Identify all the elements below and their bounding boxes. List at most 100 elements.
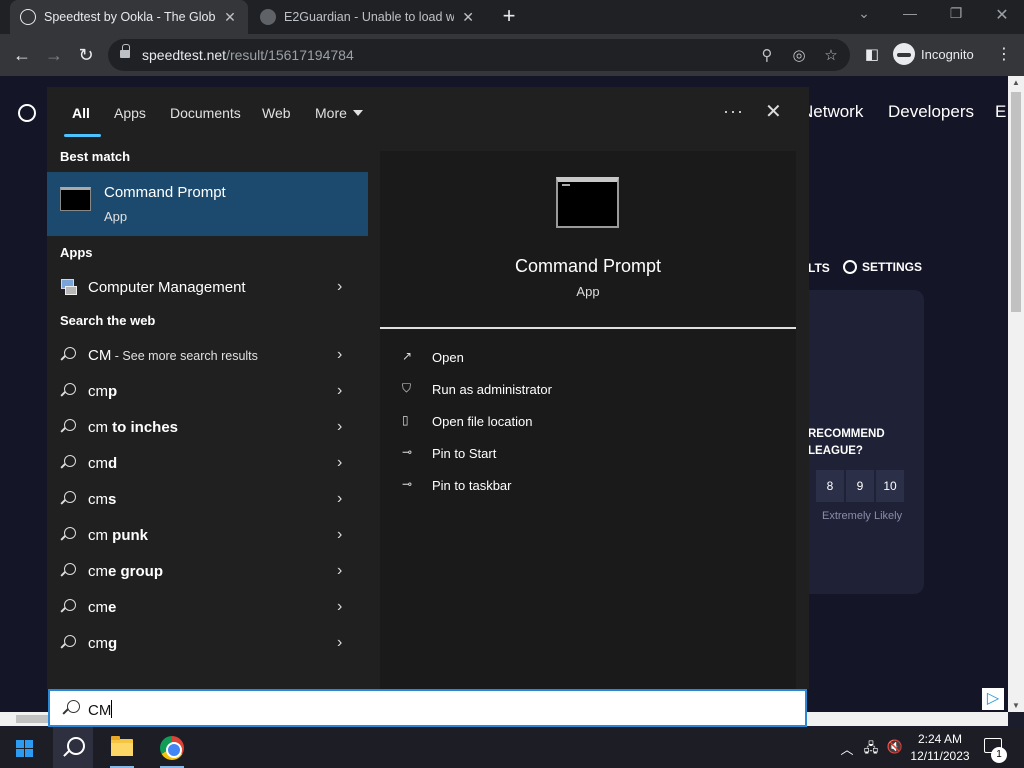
tracking-protection-eye-icon[interactable]: ◎ — [790, 46, 808, 64]
web-result[interactable]: cmg › — [47, 626, 368, 662]
search-input-value: CM — [88, 700, 113, 719]
close-window-button[interactable]: ✕ — [990, 5, 1014, 25]
chevron-down-icon — [352, 110, 363, 116]
tab-web[interactable]: Web — [262, 105, 291, 121]
tab-more[interactable]: More — [315, 105, 363, 121]
web-result[interactable]: cme › — [47, 590, 368, 626]
tab-title: E2Guardian - Unable to load wel — [284, 10, 455, 24]
file-explorer-icon[interactable] — [111, 736, 133, 756]
web-result[interactable]: cm to inches › — [47, 410, 368, 446]
pin-icon: ⊸ — [402, 445, 413, 459]
browser-menu-icon[interactable]: ⋮ — [996, 44, 1012, 64]
chevron-right-icon[interactable]: › — [337, 346, 342, 364]
nav-network[interactable]: Network — [801, 102, 863, 122]
search-icon — [60, 491, 76, 507]
reload-button[interactable]: ↻ — [74, 44, 98, 66]
command-prompt-icon — [556, 177, 619, 228]
new-tab-button[interactable]: + — [498, 5, 520, 27]
scrollbar-thumb[interactable] — [1011, 92, 1021, 312]
adchoices-icon[interactable]: ▷ — [982, 688, 1004, 710]
app-result-computer-management[interactable]: Computer Management › — [47, 270, 368, 306]
results-list: Best match Command Prompt App Apps Compu… — [47, 139, 368, 689]
taskbar-search-button[interactable] — [53, 727, 93, 768]
volume-muted-icon[interactable]: 🔇 — [886, 739, 904, 755]
divider — [380, 327, 796, 329]
show-hidden-icons-chevron-icon[interactable]: ︿ — [838, 739, 856, 758]
lock-icon[interactable] — [120, 44, 130, 60]
tab-apps[interactable]: Apps — [114, 105, 146, 121]
web-result[interactable]: cm punk › — [47, 518, 368, 554]
incognito-icon — [893, 43, 915, 65]
settings-link[interactable]: SETTINGS — [843, 260, 922, 274]
speedtest-logo-icon — [18, 104, 36, 122]
minimize-button[interactable]: — — [898, 5, 922, 21]
vertical-scrollbar[interactable]: ▲ ▼ — [1008, 76, 1024, 712]
tab-all[interactable]: All — [72, 105, 90, 121]
incognito-indicator[interactable]: Incognito — [893, 43, 974, 65]
web-result-label: cmg — [88, 635, 118, 652]
tab-search-chevron-icon[interactable]: ⌄ — [852, 5, 876, 22]
close-tab-icon[interactable]: ✕ — [222, 9, 238, 26]
chevron-right-icon[interactable]: › — [337, 278, 342, 296]
search-icon — [60, 599, 76, 615]
back-button[interactable]: ← — [10, 44, 34, 66]
start-button[interactable] — [16, 740, 33, 757]
forward-button[interactable]: → — [42, 44, 66, 66]
text-cursor — [111, 700, 113, 718]
best-match-item[interactable]: Command Prompt App — [47, 172, 368, 236]
close-tab-icon[interactable]: ✕ — [460, 9, 476, 26]
chevron-right-icon[interactable]: › — [337, 562, 342, 580]
more-options-icon[interactable]: ··· — [723, 101, 744, 122]
rating-8-button[interactable]: 8 — [816, 470, 844, 502]
shield-icon: ⛉ — [402, 381, 412, 395]
file-location-icon: ▯ — [402, 413, 409, 427]
results-link[interactable]: LTS — [808, 261, 830, 275]
tab-documents[interactable]: Documents — [170, 105, 241, 121]
web-result[interactable]: cmp › — [47, 374, 368, 410]
location-pin-icon[interactable]: ⚲ — [758, 46, 776, 64]
network-icon[interactable]: 🖧 — [862, 739, 880, 761]
nav-enterprise[interactable]: E — [995, 102, 1006, 122]
chevron-right-icon[interactable]: › — [337, 598, 342, 616]
search-icon — [60, 563, 76, 579]
scroll-down-arrow-icon[interactable]: ▼ — [1008, 701, 1024, 710]
side-panel-icon[interactable]: ◧ — [860, 44, 884, 66]
search-icon — [60, 419, 76, 435]
web-result[interactable]: cms › — [47, 482, 368, 518]
tab-e2guardian[interactable]: E2Guardian - Unable to load wel ✕ — [250, 0, 486, 34]
rating-10-button[interactable]: 10 — [876, 470, 904, 502]
web-result[interactable]: cmd › — [47, 446, 368, 482]
pin-to-taskbar-action[interactable]: ⊸ Pin to taskbar — [402, 474, 702, 498]
best-match-name: Command Prompt — [104, 184, 226, 201]
chevron-right-icon[interactable]: › — [337, 526, 342, 544]
chevron-right-icon[interactable]: › — [337, 418, 342, 436]
bookmark-star-icon[interactable]: ☆ — [822, 46, 840, 64]
web-result-label: cms — [88, 491, 117, 508]
pin-to-start-action[interactable]: ⊸ Pin to Start — [402, 442, 702, 466]
detail-type: App — [576, 284, 600, 299]
chevron-right-icon[interactable]: › — [337, 454, 342, 472]
restore-button[interactable]: ❐ — [944, 5, 968, 22]
open-file-location-action[interactable]: ▯ Open file location — [402, 410, 702, 434]
run-as-admin-action[interactable]: ⛉ Run as administrator — [402, 378, 702, 402]
chevron-right-icon[interactable]: › — [337, 634, 342, 652]
best-match-heading: Best match — [60, 149, 131, 164]
action-label: Run as administrator — [432, 382, 552, 397]
open-action[interactable]: ↗ Open — [402, 346, 702, 370]
scroll-up-arrow-icon[interactable]: ▲ — [1008, 78, 1024, 87]
search-input[interactable]: CM — [48, 689, 807, 727]
chevron-right-icon[interactable]: › — [337, 490, 342, 508]
settings-label: SETTINGS — [862, 260, 923, 274]
clock[interactable]: 2:24 AM 12/11/2023 — [904, 731, 976, 765]
web-result[interactable]: CM - See more search results › — [47, 338, 368, 374]
chrome-icon[interactable] — [160, 736, 184, 760]
close-icon[interactable]: ✕ — [765, 99, 782, 124]
tab-speedtest[interactable]: Speedtest by Ookla - The Global ✕ — [10, 0, 248, 34]
rating-9-button[interactable]: 9 — [846, 470, 874, 502]
nav-developers[interactable]: Developers — [888, 102, 974, 122]
address-bar[interactable]: speedtest.net/result/15617194784 ⚲ ◎ ☆ — [108, 39, 850, 71]
web-result[interactable]: cme group › — [47, 554, 368, 590]
web-result-label: cm punk — [88, 527, 148, 544]
chevron-right-icon[interactable]: › — [337, 382, 342, 400]
browser-tab-bar: Speedtest by Ookla - The Global ✕ E2Guar… — [0, 0, 1024, 34]
